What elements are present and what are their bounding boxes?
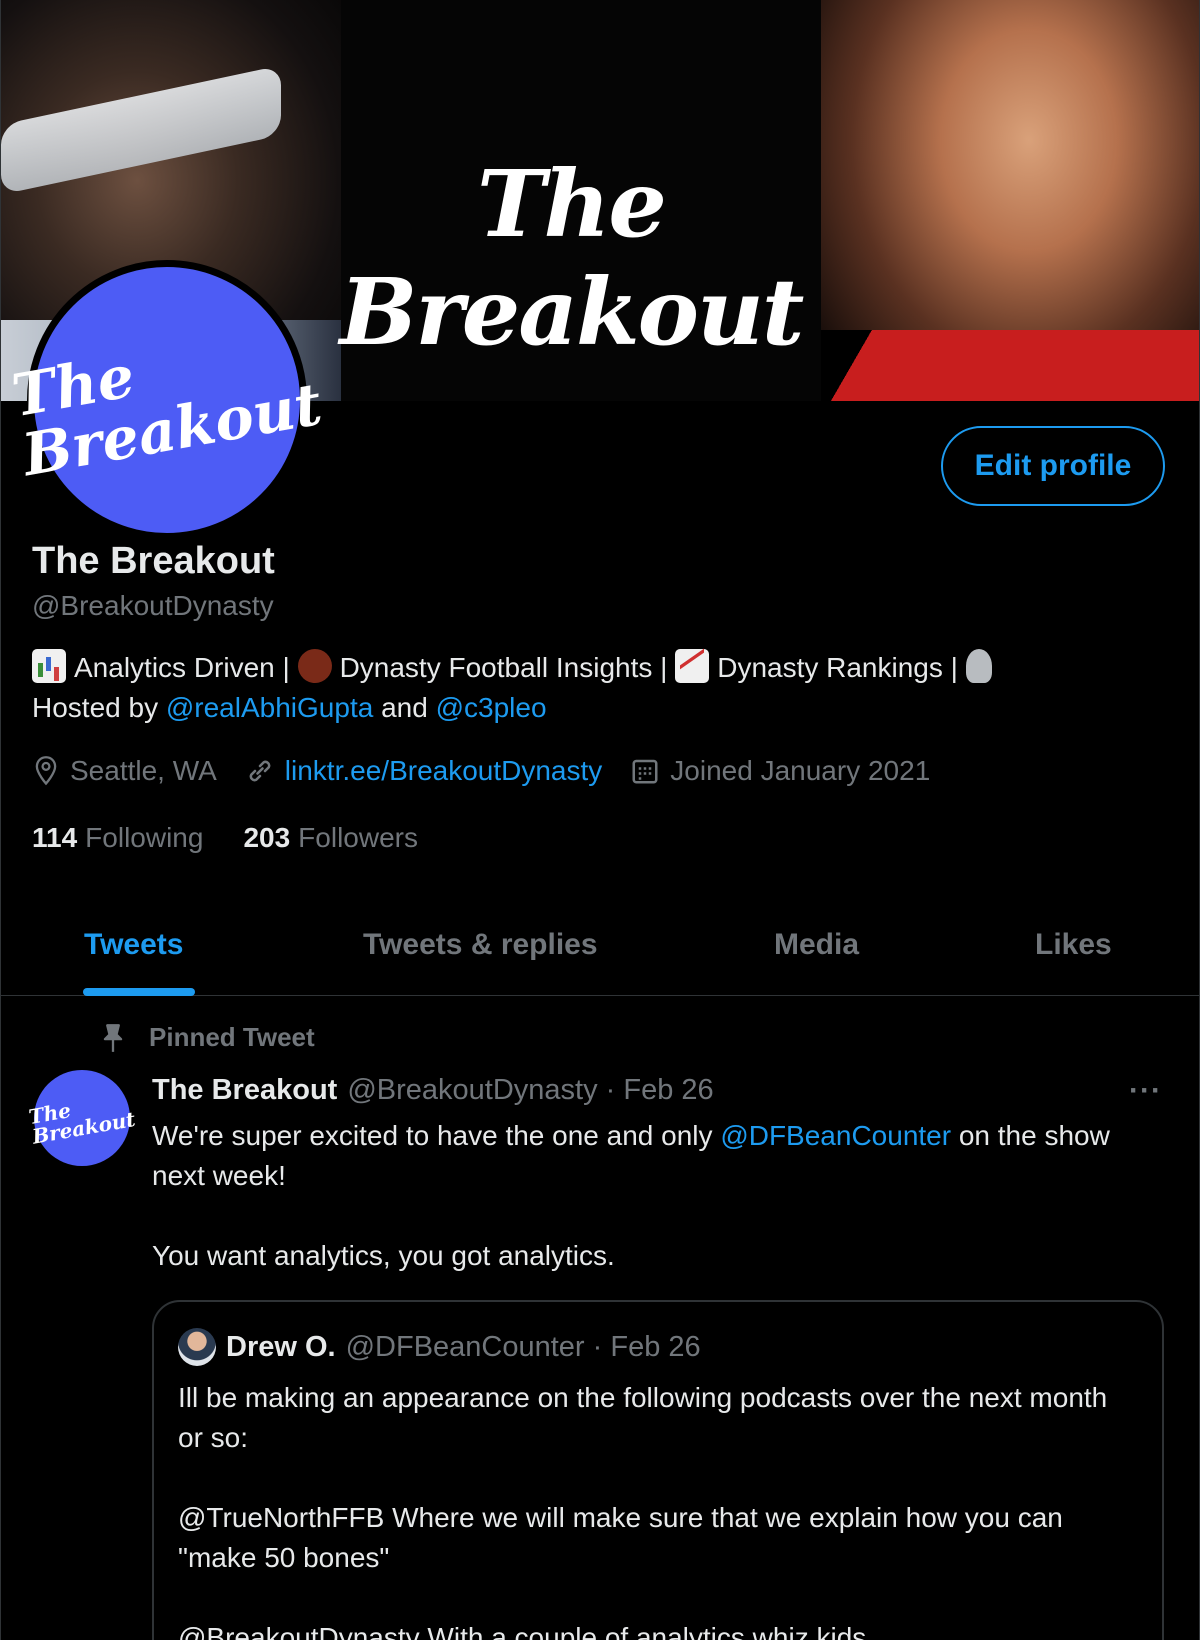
tweet-author-name[interactable]: The Breakout [152,1074,337,1107]
tab-tweets-replies[interactable]: Tweets & replies [363,928,598,962]
following-label: Following [85,822,204,853]
quoted-tweet[interactable]: Drew O. @DFBeanCounter · Feb 26 Ill be m… [152,1300,1164,1640]
tweet-mention-link[interactable]: @DFBeanCounter [720,1120,951,1151]
bio-text: Hosted by [32,692,166,723]
profile-page: The Breakout The Breakout Edit profile T… [0,0,1200,1640]
pinned-tweet-label: Pinned Tweet [101,1022,315,1053]
bio-mention-link[interactable]: @c3pleo [436,692,547,723]
profile-avatar[interactable]: The Breakout [7,260,327,540]
tab-media[interactable]: Media [774,928,859,962]
bio-text: and [373,692,436,723]
jersey [821,330,1199,401]
profile-handle: @BreakoutDynasty [32,590,274,621]
tweet-paragraph: You want analytics, you got analytics. [152,1240,615,1271]
website-link[interactable]: linktr.ee/BreakoutDynasty [285,755,603,787]
profile-location: Seattle, WA [32,755,217,787]
quoted-tweet-text: Ill be making an appearance on the follo… [178,1378,1138,1640]
banner-title: The Breakout [339,150,805,366]
quoted-paragraph: @TrueNorthFFB Where we will make sure th… [178,1502,1063,1573]
bio-text: Dynasty Football Insights | [339,652,676,683]
profile-tabs: Tweets Tweets & replies Media Likes [1,900,1199,996]
followers-label: Followers [298,822,418,853]
headband [1,65,281,195]
location-text: Seattle, WA [70,755,217,786]
tab-likes[interactable]: Likes [1035,928,1112,962]
active-tab-indicator [83,988,195,996]
edit-profile-button[interactable]: Edit profile [941,426,1165,506]
tweet-avatar[interactable]: The Breakout [27,1070,137,1166]
joined-text: Joined January 2021 [670,755,931,786]
quoted-paragraph: @BreakoutDynasty With a couple of analyt… [178,1622,867,1640]
quoted-author-handle-date: @DFBeanCounter · Feb 26 [345,1330,701,1363]
followers-count: 203 [243,822,291,853]
pin-icon [103,1023,123,1052]
quoted-author-name: Drew O. [226,1330,336,1363]
quoted-tweet-header: Drew O. @DFBeanCounter · Feb 26 [178,1328,701,1366]
tweet-author-handle-date[interactable]: @BreakoutDynasty · Feb 26 [347,1074,713,1107]
bio-mention-link[interactable]: @realAbhiGupta [166,692,373,723]
follow-stats: 114 Following 203 Followers [32,822,458,854]
more-icon[interactable]: ··· [1129,1074,1162,1108]
following-link[interactable]: 114 Following [32,822,203,854]
microphone-emoji-icon [965,649,992,683]
following-count: 114 [32,822,78,853]
pinned-text: Pinned Tweet [149,1022,315,1052]
avatar-logo: The Breakout [7,315,327,489]
profile-name: The Breakout [32,540,275,582]
calendar-icon [632,759,658,784]
profile-website: linktr.ee/BreakoutDynasty [245,755,603,787]
tweet-avatar-logo: The Breakout [27,1089,137,1149]
chart-increasing-emoji-icon [675,649,710,683]
followers-link[interactable]: 203 Followers [243,822,418,854]
link-icon [249,760,271,782]
profile-meta: Seattle, WA linktr.ee/BreakoutDynasty Jo… [32,755,958,787]
bio-text: Dynasty Rankings | [717,652,966,683]
quoted-avatar [178,1328,216,1366]
profile-bio: Analytics Driven | Dynasty Football Insi… [32,642,1132,728]
location-icon [35,756,57,786]
tweet-text-segment: We're super excited to have the one and … [152,1120,721,1151]
tweet-text: We're super excited to have the one and … [152,1116,1162,1316]
bar-chart-emoji-icon [32,649,66,683]
quoted-paragraph: Ill be making an appearance on the follo… [178,1382,1108,1453]
bio-text: Analytics Driven | [74,652,298,683]
tweet-paragraph: We're super excited to have the one and … [152,1116,1162,1196]
profile-joined: Joined January 2021 [630,755,930,787]
tweet-header: The Breakout @BreakoutDynasty · Feb 26 [152,1074,714,1107]
banner-photo-right [821,0,1199,401]
tab-tweets[interactable]: Tweets [84,928,183,962]
